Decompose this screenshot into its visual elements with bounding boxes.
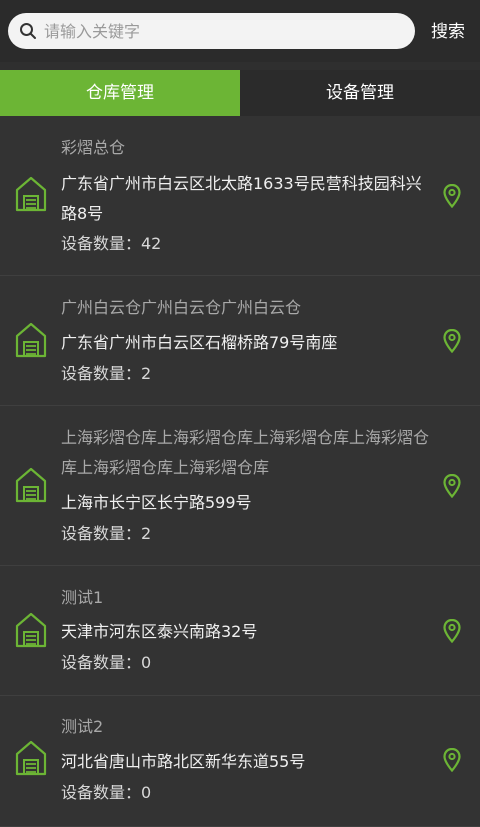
list-item[interactable]: 广州白云仓广州白云仓广州白云仓 广东省广州市白云区石榴桥路79号南座 设备数量：… — [0, 276, 480, 406]
device-count: 设备数量：0 — [61, 653, 152, 672]
device-count: 设备数量：2 — [61, 364, 152, 383]
list-item[interactable]: 彩熠总仓 广东省广州市白云区北太路1633号民营科技园科兴路8号 设备数量：42 — [0, 116, 480, 276]
device-count: 设备数量：0 — [61, 783, 152, 802]
search-box[interactable] — [8, 13, 415, 49]
warehouse-list: 彩熠总仓 广东省广州市白云区北太路1633号民营科技园科兴路8号 设备数量：42… — [0, 116, 480, 827]
top-bar: 搜索 — [0, 0, 480, 62]
location-pin-icon[interactable] — [443, 619, 461, 643]
warehouse-name: 上海彩熠仓库上海彩熠仓库上海彩熠仓库上海彩熠仓库上海彩熠仓库上海彩熠仓库 — [61, 428, 430, 477]
warehouse-icon — [15, 322, 47, 358]
tab-device-management[interactable]: 设备管理 — [240, 70, 480, 116]
tab-bar: 仓库管理 设备管理 — [0, 70, 480, 116]
device-count: 设备数量：2 — [61, 524, 152, 543]
warehouse-icon — [15, 740, 47, 776]
search-icon — [20, 23, 36, 39]
location-pin-icon[interactable] — [443, 184, 461, 208]
list-item[interactable]: 测试2 河北省唐山市路北区新华东道55号 设备数量：0 — [0, 696, 480, 827]
warehouse-name: 测试2 — [61, 717, 104, 736]
warehouse-address: 广东省广州市白云区北太路1633号民营科技园科兴路8号 — [61, 174, 422, 223]
search-button[interactable]: 搜索 — [424, 19, 472, 45]
device-count: 设备数量：42 — [61, 234, 162, 253]
warehouse-address: 河北省唐山市路北区新华东道55号 — [61, 752, 306, 771]
list-item[interactable]: 上海彩熠仓库上海彩熠仓库上海彩熠仓库上海彩熠仓库上海彩熠仓库上海彩熠仓库 上海市… — [0, 406, 480, 566]
location-pin-icon[interactable] — [443, 329, 461, 353]
location-pin-icon[interactable] — [443, 748, 461, 772]
search-input[interactable] — [44, 13, 404, 49]
location-pin-icon[interactable] — [443, 474, 461, 498]
warehouse-address: 上海市长宁区长宁路599号 — [61, 493, 252, 512]
warehouse-icon — [15, 467, 47, 503]
warehouse-address: 广东省广州市白云区石榴桥路79号南座 — [61, 333, 338, 352]
warehouse-icon — [15, 176, 47, 212]
warehouse-name: 彩熠总仓 — [61, 138, 126, 157]
warehouse-address: 天津市河东区泰兴南路32号 — [61, 622, 258, 641]
tab-warehouse-management[interactable]: 仓库管理 — [0, 70, 240, 116]
warehouse-icon — [15, 612, 47, 648]
warehouse-name: 广州白云仓广州白云仓广州白云仓 — [61, 298, 302, 317]
list-item[interactable]: 测试1 天津市河东区泰兴南路32号 设备数量：0 — [0, 566, 480, 696]
warehouse-name: 测试1 — [61, 588, 104, 607]
